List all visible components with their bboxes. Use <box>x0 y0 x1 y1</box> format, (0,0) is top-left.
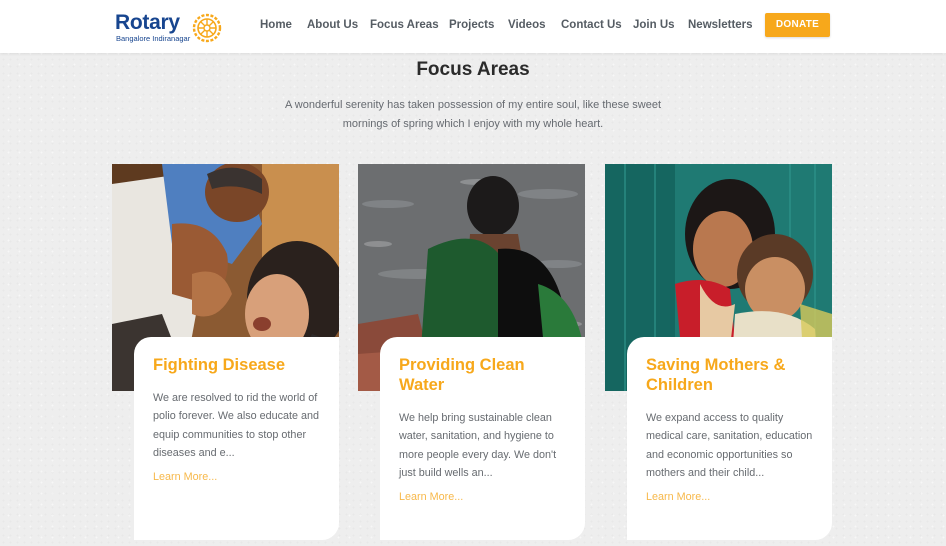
nav-projects[interactable]: Projects <box>449 18 494 32</box>
learn-more-link[interactable]: Learn More... <box>646 488 814 506</box>
logo-subtitle: Bangalore Indiranagar <box>116 34 191 43</box>
nav-join-us[interactable]: Join Us <box>633 18 675 32</box>
card-text: We expand access to quality medical care… <box>646 412 813 479</box>
nav-newsletters[interactable]: Newsletters <box>688 18 753 32</box>
card-text: We help bring sustainable clean water, s… <box>399 412 557 479</box>
site-header: Rotary Bangalore Indiranagar Home About … <box>0 0 946 53</box>
rotary-logo[interactable]: Rotary Bangalore Indiranagar <box>115 11 225 45</box>
rotary-wheel-icon <box>192 13 222 43</box>
section-title: Focus Areas <box>416 59 530 80</box>
learn-more-link[interactable]: Learn More... <box>153 468 321 486</box>
learn-more-link[interactable]: Learn More... <box>399 488 567 506</box>
section-intro: A wonderful serenity has taken possessio… <box>284 99 662 130</box>
nav-about-us[interactable]: About Us <box>307 18 358 32</box>
card-title: Providing Clean Water <box>399 356 525 394</box>
nav-videos[interactable]: Videos <box>508 18 546 32</box>
card-fighting-disease: Fighting Disease We are resolved to rid … <box>134 337 339 540</box>
card-text: We are resolved to rid the world of poli… <box>153 392 320 459</box>
logo-wordmark: Rotary <box>115 11 180 34</box>
nav-home[interactable]: Home <box>260 18 292 32</box>
card-mothers-children: Saving Mothers & Children We expand acce… <box>627 337 832 540</box>
nav-contact-us[interactable]: Contact Us <box>561 18 622 32</box>
card-clean-water: Providing Clean Water We help bring sust… <box>380 337 585 540</box>
card-title: Fighting Disease <box>153 356 286 374</box>
nav-focus-areas[interactable]: Focus Areas <box>370 18 439 32</box>
card-title: Saving Mothers & Children <box>646 356 786 394</box>
donate-button[interactable]: DONATE <box>765 13 830 37</box>
